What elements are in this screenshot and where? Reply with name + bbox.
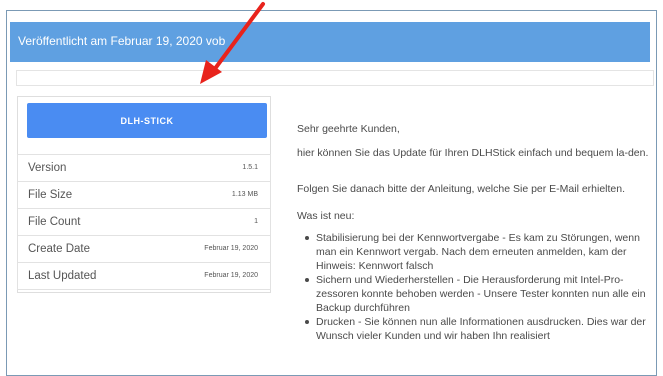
annotation-arrow-icon xyxy=(200,2,265,84)
